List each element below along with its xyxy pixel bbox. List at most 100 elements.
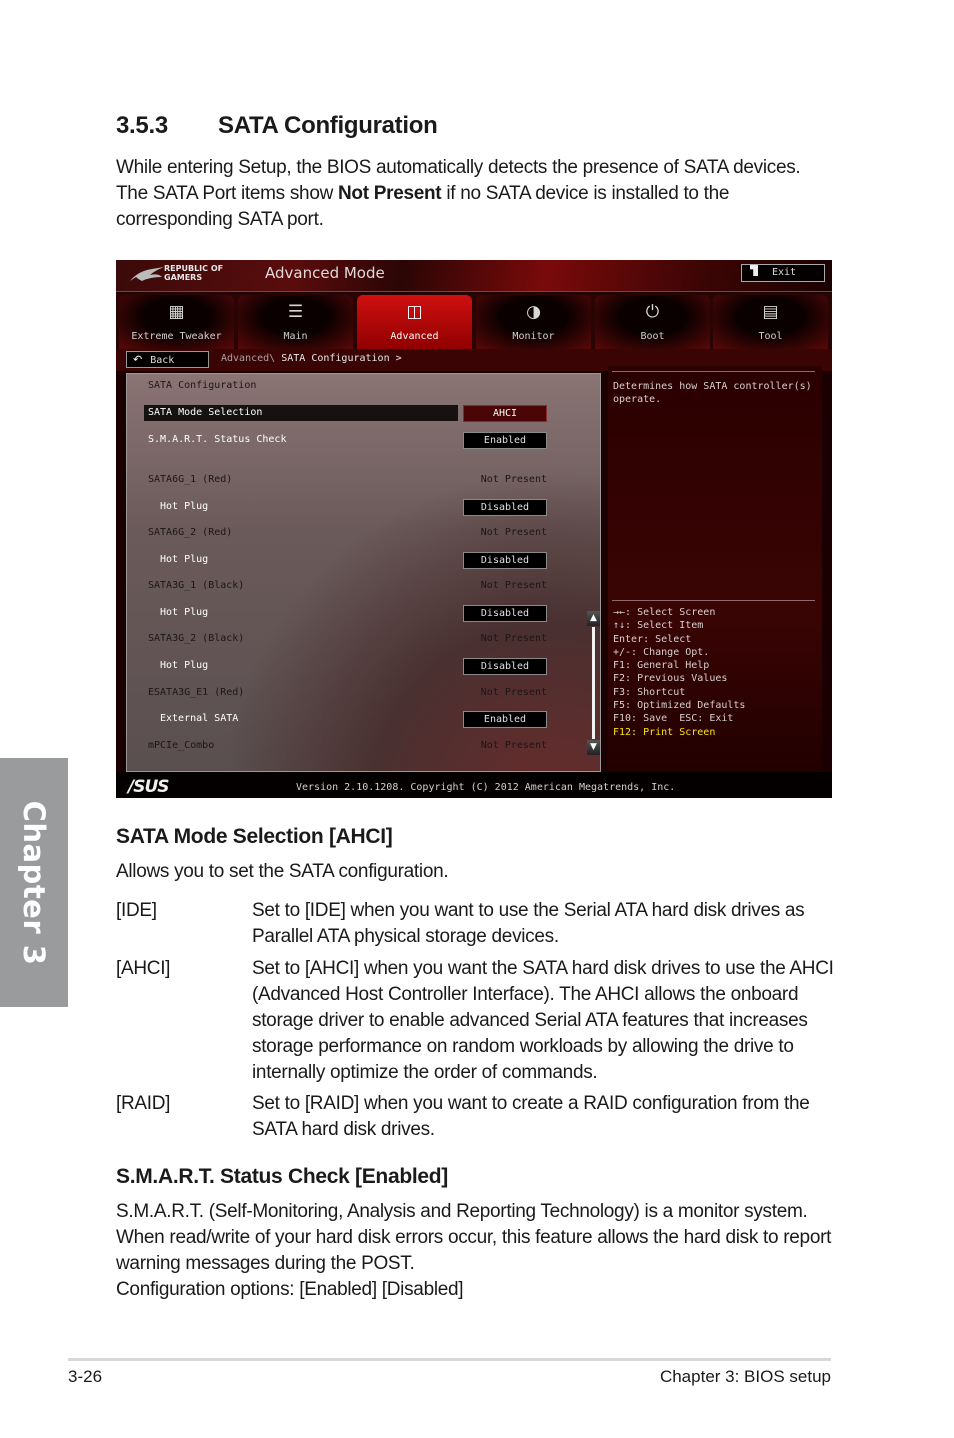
tab-main[interactable]: ☰ Main xyxy=(238,295,353,349)
section-heading: 3.5.3 SATA Configuration xyxy=(116,112,438,140)
section-number: 3.5.3 xyxy=(116,112,168,139)
intro-text: The SATA Port items show xyxy=(116,183,338,204)
intro-line: corresponding SATA port. xyxy=(116,209,324,230)
sata-mode-intro: Allows you to set the SATA configuration… xyxy=(116,861,449,882)
scroll-down-icon[interactable]: ▼ xyxy=(587,740,600,755)
intro-bold-text: Not Present xyxy=(338,183,442,204)
key-hint: F1: General Help xyxy=(613,660,710,672)
setting-label: Hot Plug xyxy=(160,660,209,671)
setting-sata-mode-selection[interactable]: SATA Mode Selection xyxy=(144,405,458,421)
breadcrumb-parent[interactable]: Advanced\ xyxy=(221,353,275,364)
scroll-track[interactable] xyxy=(592,627,595,739)
hot-plug-value[interactable]: Disabled xyxy=(463,658,547,675)
port-label: SATA6G_2 (Red) xyxy=(148,527,233,538)
settings-scrollbar[interactable]: ▲ ▼ xyxy=(587,611,600,755)
setting-label: External SATA xyxy=(160,713,239,724)
section-intro: While entering Setup, the BIOS automatic… xyxy=(116,155,832,233)
port-status: Not Present xyxy=(480,633,547,644)
intro-text: if no SATA device is installed to the xyxy=(441,183,730,204)
breadcrumb-current: SATA Configuration > xyxy=(281,353,402,364)
setting-label: Hot Plug xyxy=(160,501,209,512)
external-sata-value[interactable]: Enabled xyxy=(463,711,547,728)
toolbox-icon: ▤ xyxy=(762,302,779,322)
port-label: SATA3G_2 (Black) xyxy=(148,633,245,644)
sata-mode-value[interactable]: AHCI xyxy=(463,405,547,422)
key-hint: F3: Shortcut xyxy=(613,686,686,698)
rog-logo-icon xyxy=(130,267,164,281)
smart-options: Configuration options: [Enabled] [Disabl… xyxy=(116,1279,464,1300)
list-icon: ☰ xyxy=(287,302,304,322)
brand-line: GAMERS xyxy=(164,273,203,282)
option-term: [IDE] xyxy=(116,900,157,921)
tab-extreme-tweaker[interactable]: ▦ Extreme Tweaker xyxy=(119,295,234,349)
port-status: Not Present xyxy=(480,580,547,591)
brand-line: REPUBLIC OF xyxy=(164,264,224,273)
intro-line: The SATA Port items show Not Present if … xyxy=(116,181,832,207)
thermometer-icon: ◑ xyxy=(526,302,541,322)
page-number: 3-26 xyxy=(68,1367,103,1386)
back-arrow-icon: ↶ xyxy=(133,353,143,366)
tab-label: Advanced xyxy=(390,331,439,342)
tab-label: Tool xyxy=(758,331,783,342)
setting-label: SATA Mode Selection xyxy=(148,407,263,418)
key-hint: F5: Optimized Defaults xyxy=(613,700,746,712)
key-hint: +/-: Change Opt. xyxy=(613,646,710,658)
setting-label: Hot Plug xyxy=(160,554,209,565)
setting-label: S.M.A.R.T. Status Check xyxy=(148,434,287,445)
key-hint: ↑↓: Select Item xyxy=(613,620,704,632)
tab-monitor[interactable]: ◑ Monitor xyxy=(476,295,591,349)
back-button[interactable]: ↶ Back xyxy=(126,351,209,368)
cpu-cooler-icon: ▦ xyxy=(168,302,185,322)
key-hint: F10: Save ESC: Exit xyxy=(613,713,734,725)
tab-label: Boot xyxy=(640,331,665,342)
advanced-info-icon: ◫ xyxy=(406,302,423,322)
tab-tool[interactable]: ▤ Tool xyxy=(713,295,828,349)
tab-boot[interactable]: ⏻ Boot xyxy=(595,295,710,349)
key-hint-print-screen: F12: Print Screen xyxy=(613,726,716,738)
hot-plug-value[interactable]: Disabled xyxy=(463,605,547,622)
intro-line: While entering Setup, the BIOS automatic… xyxy=(116,157,801,178)
hot-plug-value[interactable]: Disabled xyxy=(463,499,547,516)
port-label: ESATA3G_E1 (Red) xyxy=(148,687,245,698)
port-status: Not Present xyxy=(480,474,547,485)
bios-version: Version 2.10.1208. Copyright (C) 2012 Am… xyxy=(296,782,676,793)
settings-panel: SATA Configuration SATA Mode Selection A… xyxy=(126,373,601,772)
tab-label: Monitor xyxy=(512,331,555,342)
bios-footer: /SUS Version 2.10.1208. Copyright (C) 20… xyxy=(116,772,832,798)
scroll-up-icon[interactable]: ▲ xyxy=(587,611,600,626)
settings-header-label: SATA Configuration xyxy=(148,380,257,391)
help-panel: Determines how SATA controller(s) operat… xyxy=(608,366,822,772)
help-description: Determines how SATA controller(s) operat… xyxy=(613,381,812,405)
bios-mode-title: Advanced Mode xyxy=(265,264,385,282)
footer-divider xyxy=(68,1358,831,1361)
port-status: Not Present xyxy=(480,687,547,698)
bios-tab-bar: ▦ Extreme Tweaker ☰ Main ◫ Advanced ◑ Mo… xyxy=(116,293,832,349)
bios-screenshot: REPUBLIC OF GAMERS Advanced Mode Exit ▦ … xyxy=(116,260,832,798)
exit-button[interactable]: Exit xyxy=(741,264,825,282)
port-label: SATA3G_1 (Black) xyxy=(148,580,245,591)
smart-body: S.M.A.R.T. (Self-Monitoring, Analysis an… xyxy=(116,1201,832,1274)
section-title: SATA Configuration xyxy=(218,112,438,139)
option-term: [AHCI] xyxy=(116,958,171,979)
asus-logo: /SUS xyxy=(128,777,170,797)
hot-plug-value[interactable]: Disabled xyxy=(463,552,547,569)
chapter-title: Chapter 3: BIOS setup xyxy=(659,1367,831,1386)
chapter-tab: Chapter 3 xyxy=(0,758,68,1007)
key-legend: →←: Select Screen ↑↓: Select Item Enter:… xyxy=(613,606,745,739)
smart-status-value[interactable]: Enabled xyxy=(463,432,547,449)
key-hint: F2: Previous Values xyxy=(613,673,728,685)
option-description: Set to [RAID] when you want to create a … xyxy=(252,1093,810,1140)
bios-title-bar: REPUBLIC OF GAMERS Advanced Mode Exit xyxy=(116,260,832,292)
exit-door-icon xyxy=(750,265,758,276)
breadcrumb: Advanced\ SATA Configuration > xyxy=(221,353,402,364)
rog-brand-text: REPUBLIC OF GAMERS xyxy=(164,264,223,282)
option-description: Set to [IDE] when you want to use the Se… xyxy=(252,900,805,947)
power-icon: ⏻ xyxy=(645,302,660,322)
key-hint: →←: Select Screen xyxy=(613,607,716,618)
exit-label: Exit xyxy=(772,267,797,278)
chapter-tab-label: Chapter 3 xyxy=(17,800,51,965)
tab-advanced[interactable]: ◫ Advanced xyxy=(357,295,472,349)
smart-heading: S.M.A.R.T. Status Check [Enabled] xyxy=(116,1165,448,1188)
settings-header: SATA Configuration xyxy=(148,378,548,394)
sata-mode-heading: SATA Mode Selection [AHCI] xyxy=(116,825,393,848)
